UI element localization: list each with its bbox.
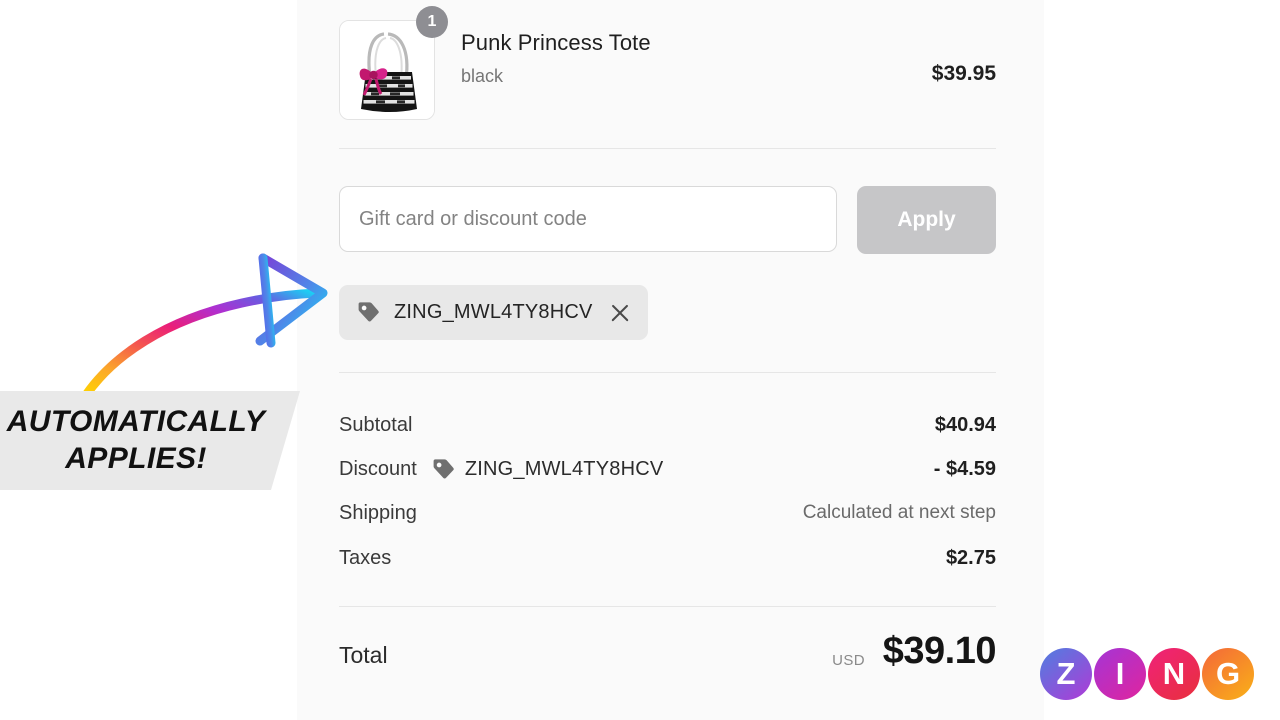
tag-icon [358, 302, 379, 322]
summary-value: - $4.59 [933, 457, 996, 480]
tag-icon [433, 458, 454, 478]
discount-code-input[interactable] [339, 186, 837, 252]
zing-logo-letter-g: G [1202, 648, 1254, 700]
summary-value: $40.94 [934, 413, 996, 436]
total-currency: USD [832, 652, 865, 669]
summary-discount-code: ZING_MWL4TY8HCV [464, 457, 664, 480]
product-price: $39.95 [931, 62, 996, 85]
product-thumbnail-wrap: 1 [339, 6, 448, 120]
cart-line-item: 1 Punk Princess Tote black $39.95 [339, 6, 996, 128]
summary-label: Taxes [339, 546, 392, 569]
zing-logo-letter-z: Z [1040, 648, 1092, 700]
callout-banner: AUTOMATICALLY APPLIES! [0, 391, 300, 490]
total-amount: $39.10 [882, 630, 997, 672]
apply-button[interactable]: Apply [857, 186, 996, 254]
applied-discount-code: ZING_MWL4TY8HCV [394, 301, 593, 323]
summary-label: Discount [339, 457, 417, 480]
zing-logo-letter-n: N [1148, 648, 1200, 700]
summary-row-taxes: Taxes $2.75 [339, 543, 996, 573]
total-row: Total USD $39.10 [339, 630, 997, 680]
remove-discount-icon[interactable] [609, 302, 631, 324]
zing-logo: Z I N G [1040, 648, 1254, 700]
divider-above-discount-form [339, 148, 996, 149]
checkout-screenshot: 1 Punk Princess Tote black $39.95 Apply … [0, 0, 1280, 720]
divider-above-summary [339, 372, 996, 373]
summary-row-subtotal: Subtotal $40.94 [339, 410, 996, 440]
quantity-badge: 1 [416, 6, 448, 38]
curved-arrow-icon [81, 253, 328, 400]
summary-value: $2.75 [945, 546, 996, 569]
tote-bag-product-image [340, 21, 434, 119]
callout-line-1: AUTOMATICALLY [6, 404, 266, 438]
applied-discount-chip[interactable]: ZING_MWL4TY8HCV [339, 285, 648, 340]
summary-label: Shipping [339, 501, 417, 524]
product-thumbnail [339, 20, 435, 120]
zing-logo-letter-i: I [1094, 648, 1146, 700]
callout-line-2: APPLIES! [65, 441, 207, 475]
product-title: Punk Princess Tote [461, 30, 651, 55]
summary-value: Calculated at next step [802, 502, 996, 523]
product-variant: black [461, 66, 504, 86]
summary-row-shipping: Shipping Calculated at next step [339, 498, 996, 528]
total-label: Total [339, 642, 388, 668]
summary-label: Subtotal [339, 413, 413, 436]
summary-row-discount: Discount ZING_MWL4TY8HCV - $4.59 [339, 454, 996, 484]
divider-above-total [339, 606, 996, 607]
